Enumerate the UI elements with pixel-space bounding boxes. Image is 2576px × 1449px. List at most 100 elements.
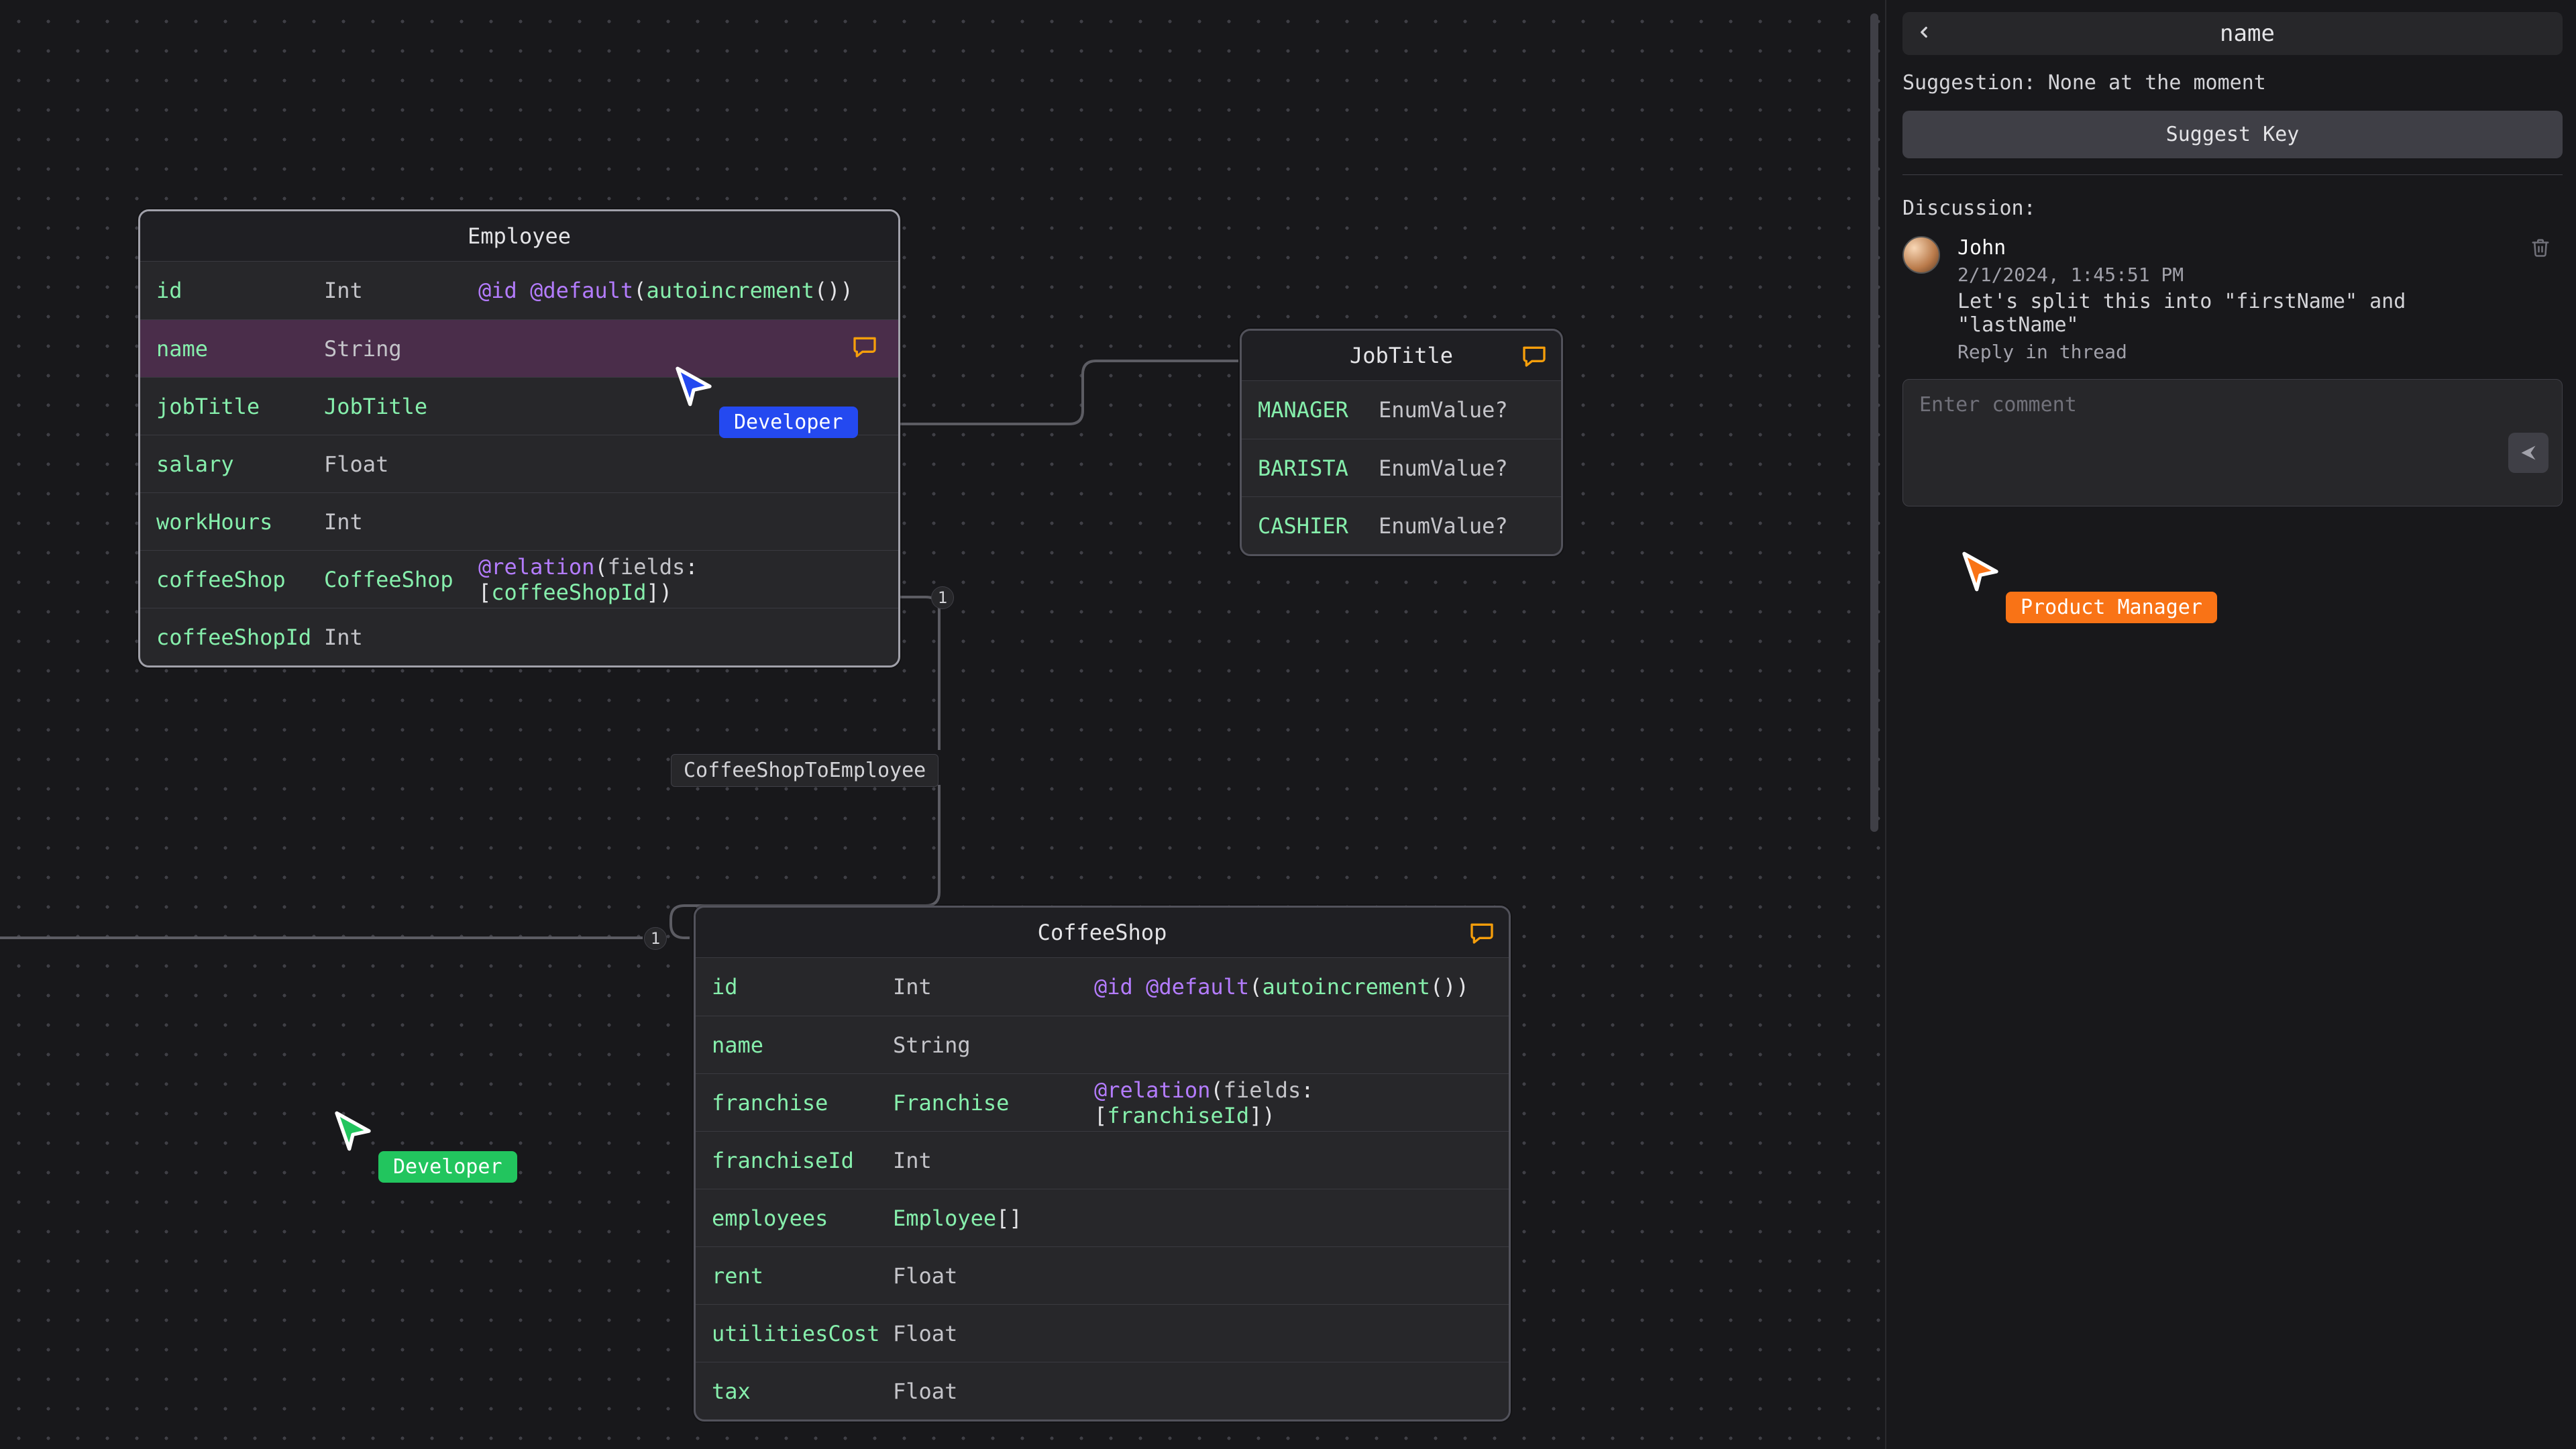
- field-row[interactable]: coffeeShop CoffeeShop @relation(fields:[…: [140, 550, 898, 608]
- enum-row[interactable]: CASHIER EnumValue?: [1242, 496, 1561, 554]
- suggest-key-button[interactable]: Suggest Key: [1902, 111, 2563, 158]
- field-row[interactable]: tax Float: [696, 1362, 1509, 1419]
- field-type: Int: [893, 1148, 1094, 1173]
- field-attr: @id @default(autoincrement()): [1094, 974, 1493, 1000]
- field-row[interactable]: franchiseId Int: [696, 1131, 1509, 1189]
- field-name: name: [712, 1032, 893, 1058]
- edge-employee-jobtitle: [900, 361, 1238, 424]
- field-attr: @id @default(autoincrement()): [478, 278, 882, 303]
- enum-name: CASHIER: [1258, 513, 1379, 539]
- enum-row[interactable]: BARISTA EnumValue?: [1242, 439, 1561, 496]
- model-header[interactable]: Employee: [140, 211, 898, 262]
- field-name: workHours: [156, 509, 324, 535]
- field-type: JobTitle: [324, 394, 478, 419]
- field-row[interactable]: franchise Franchise @relation(fields:[fr…: [696, 1073, 1509, 1131]
- enum-type: EnumValue?: [1379, 455, 1545, 481]
- field-name: id: [156, 278, 324, 303]
- field-row[interactable]: employees Employee[]: [696, 1189, 1509, 1246]
- panel-header: name: [1902, 12, 2563, 55]
- field-attr: @relation(fields:[coffeeShopId]): [478, 554, 882, 605]
- field-name: id: [712, 974, 893, 1000]
- field-row[interactable]: jobTitle JobTitle: [140, 377, 898, 435]
- field-attr: @relation(fields:[franchiseId]): [1094, 1077, 1493, 1128]
- edge-employee-coffeeshop-top: [900, 597, 939, 750]
- field-type: Float: [893, 1379, 1094, 1404]
- chevron-left-icon: [1915, 23, 1933, 41]
- comment-icon[interactable]: [1521, 343, 1548, 368]
- model-title: JobTitle: [1350, 343, 1453, 368]
- field-name: rent: [712, 1263, 893, 1289]
- comment-panel: name Suggestion: None at the moment Sugg…: [1885, 0, 2576, 1449]
- comment-input[interactable]: [1919, 393, 2548, 417]
- collab-cursor-green: Developer: [331, 1110, 517, 1183]
- back-button[interactable]: [1915, 20, 1933, 47]
- panel-title: name: [1944, 20, 2551, 47]
- enum-name: MANAGER: [1258, 397, 1379, 423]
- suggestion-text: Suggestion: None at the moment: [1902, 71, 2563, 95]
- field-type: CoffeeShop: [324, 567, 478, 592]
- field-name: name: [156, 336, 324, 362]
- model-title: Employee: [468, 223, 571, 249]
- field-row[interactable]: coffeeShopId Int: [140, 608, 898, 665]
- delete-comment-button[interactable]: [2530, 236, 2563, 264]
- model-employee[interactable]: Employee id Int @id @default(autoincreme…: [138, 209, 900, 667]
- field-name: coffeeShop: [156, 567, 324, 592]
- field-type: Employee[]: [893, 1205, 1094, 1231]
- field-name: coffeeShopId: [156, 625, 324, 650]
- cursor-arrow-icon: [331, 1110, 374, 1152]
- field-type: Float: [893, 1321, 1094, 1346]
- field-type: String: [893, 1032, 1094, 1058]
- trash-icon: [2530, 236, 2551, 259]
- field-row[interactable]: rent Float: [696, 1246, 1509, 1304]
- field-row[interactable]: id Int @id @default(autoincrement()): [696, 958, 1509, 1016]
- field-type: Franchise: [893, 1090, 1094, 1116]
- enum-row[interactable]: MANAGER EnumValue?: [1242, 381, 1561, 439]
- comment-icon[interactable]: [1468, 920, 1495, 945]
- send-icon: [2519, 443, 2538, 462]
- field-name: utilitiesCost: [712, 1321, 893, 1346]
- field-type: Int: [893, 974, 1094, 1000]
- discussion-heading: Discussion:: [1902, 197, 2563, 220]
- comment-icon[interactable]: [851, 334, 878, 358]
- comment-item: John 2/1/2024, 1:45:51 PM Let's split th…: [1902, 236, 2563, 363]
- field-name: tax: [712, 1379, 893, 1404]
- field-name: franchise: [712, 1090, 893, 1116]
- model-header[interactable]: CoffeeShop: [696, 908, 1509, 958]
- field-row[interactable]: name String: [140, 319, 898, 377]
- edge-label-coffeeshop-employee[interactable]: CoffeeShopToEmployee: [671, 754, 938, 787]
- field-name: salary: [156, 451, 324, 477]
- avatar: [1902, 236, 1940, 274]
- field-type: Int: [324, 625, 478, 650]
- model-title: CoffeeShop: [1038, 920, 1167, 945]
- cardinality-badge: 1: [644, 927, 667, 950]
- field-row[interactable]: utilitiesCost Float: [696, 1304, 1509, 1362]
- model-coffeeshop[interactable]: CoffeeShop id Int @id @default(autoincre…: [694, 906, 1511, 1421]
- send-comment-button[interactable]: [2508, 433, 2548, 473]
- reply-in-thread-link[interactable]: Reply in thread: [1957, 341, 2518, 363]
- comment-timestamp: 2/1/2024, 1:45:51 PM: [1957, 264, 2518, 286]
- field-type: Float: [324, 451, 478, 477]
- field-name: jobTitle: [156, 394, 324, 419]
- field-type: Int: [324, 278, 478, 303]
- field-row[interactable]: name String: [696, 1016, 1509, 1073]
- enum-type: EnumValue?: [1379, 513, 1545, 539]
- field-type: Float: [893, 1263, 1094, 1289]
- enum-name: BARISTA: [1258, 455, 1379, 481]
- field-row[interactable]: id Int @id @default(autoincrement()): [140, 262, 898, 319]
- field-type: String: [324, 336, 478, 362]
- cardinality-badge: 1: [931, 586, 954, 609]
- model-jobtitle[interactable]: JobTitle MANAGER EnumValue? BARISTA Enum…: [1240, 329, 1563, 556]
- field-name: franchiseId: [712, 1148, 893, 1173]
- cursor-label: Developer: [378, 1151, 517, 1183]
- field-type: Int: [324, 509, 478, 535]
- field-row[interactable]: salary Float: [140, 435, 898, 492]
- field-name: employees: [712, 1205, 893, 1231]
- comment-text: Let's split this into "firstName" and "l…: [1957, 290, 2518, 337]
- canvas-scrollbar[interactable]: [1870, 13, 1878, 832]
- comment-input-box: [1902, 379, 2563, 506]
- model-header[interactable]: JobTitle: [1242, 331, 1561, 381]
- field-row[interactable]: workHours Int: [140, 492, 898, 550]
- enum-type: EnumValue?: [1379, 397, 1545, 423]
- comment-author: John: [1957, 236, 2518, 260]
- field-attr[interactable]: [478, 334, 882, 364]
